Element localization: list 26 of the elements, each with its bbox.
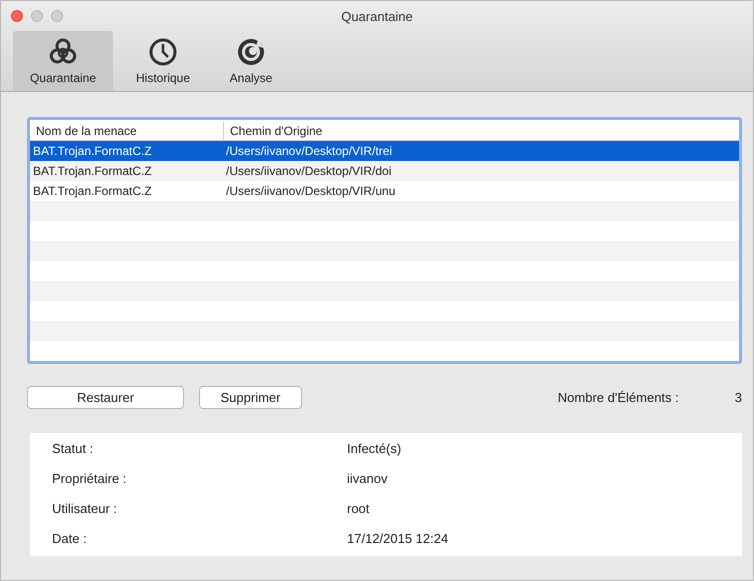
detail-value: Infecté(s): [347, 440, 402, 458]
table-cell-text: BAT.Trojan.FormatC.Z: [32, 183, 153, 200]
table-cell-text: BAT.Trojan.FormatC.Z: [32, 143, 153, 160]
table-cell-text: /Users/iivanov/Desktop/VIR/doi: [225, 163, 392, 180]
table-row[interactable]: BAT.Trojan.FormatC.Z /Users/iivanov/Desktop/VIR/trei: [30, 141, 739, 161]
table-cell-text: /Users/iivanov/Desktop/VIR/trei: [225, 143, 394, 160]
detail-value: root: [347, 500, 370, 518]
detail-value: iivanov: [347, 470, 388, 488]
table-cell-text: BAT.Trojan.FormatC.Z: [32, 163, 153, 180]
column-header[interactable]: Chemin d'Origine: [223, 122, 739, 140]
toolbar-tab[interactable]: Analyse: [213, 31, 289, 91]
detail-value: 17/12/2015 12:24: [347, 530, 450, 548]
column-header[interactable]: Nom de la menace: [30, 122, 223, 140]
table-cell-text: /Users/iivanov/Desktop/VIR/unu: [225, 183, 396, 200]
restore-button[interactable]: Restaurer: [27, 386, 184, 408]
window-title: Quarantaine: [341, 8, 413, 24]
detail-label: Propriétaire :: [52, 470, 128, 488]
toolbar-tab[interactable]: Historique: [113, 31, 213, 91]
detail-label: Date :: [52, 530, 88, 548]
detail-label: Statut :: [52, 440, 94, 458]
toolbar-tab[interactable]: Quarantaine: [13, 31, 113, 91]
count-value: 3: [734, 390, 742, 404]
table-row[interactable]: BAT.Trojan.FormatC.Z /Users/iivanov/Desktop/VIR/doi: [30, 161, 739, 181]
detail-label: Utilisateur :: [52, 500, 118, 518]
count-label: Nombre d'Éléments :: [558, 390, 679, 404]
delete-button[interactable]: Supprimer: [199, 386, 302, 408]
